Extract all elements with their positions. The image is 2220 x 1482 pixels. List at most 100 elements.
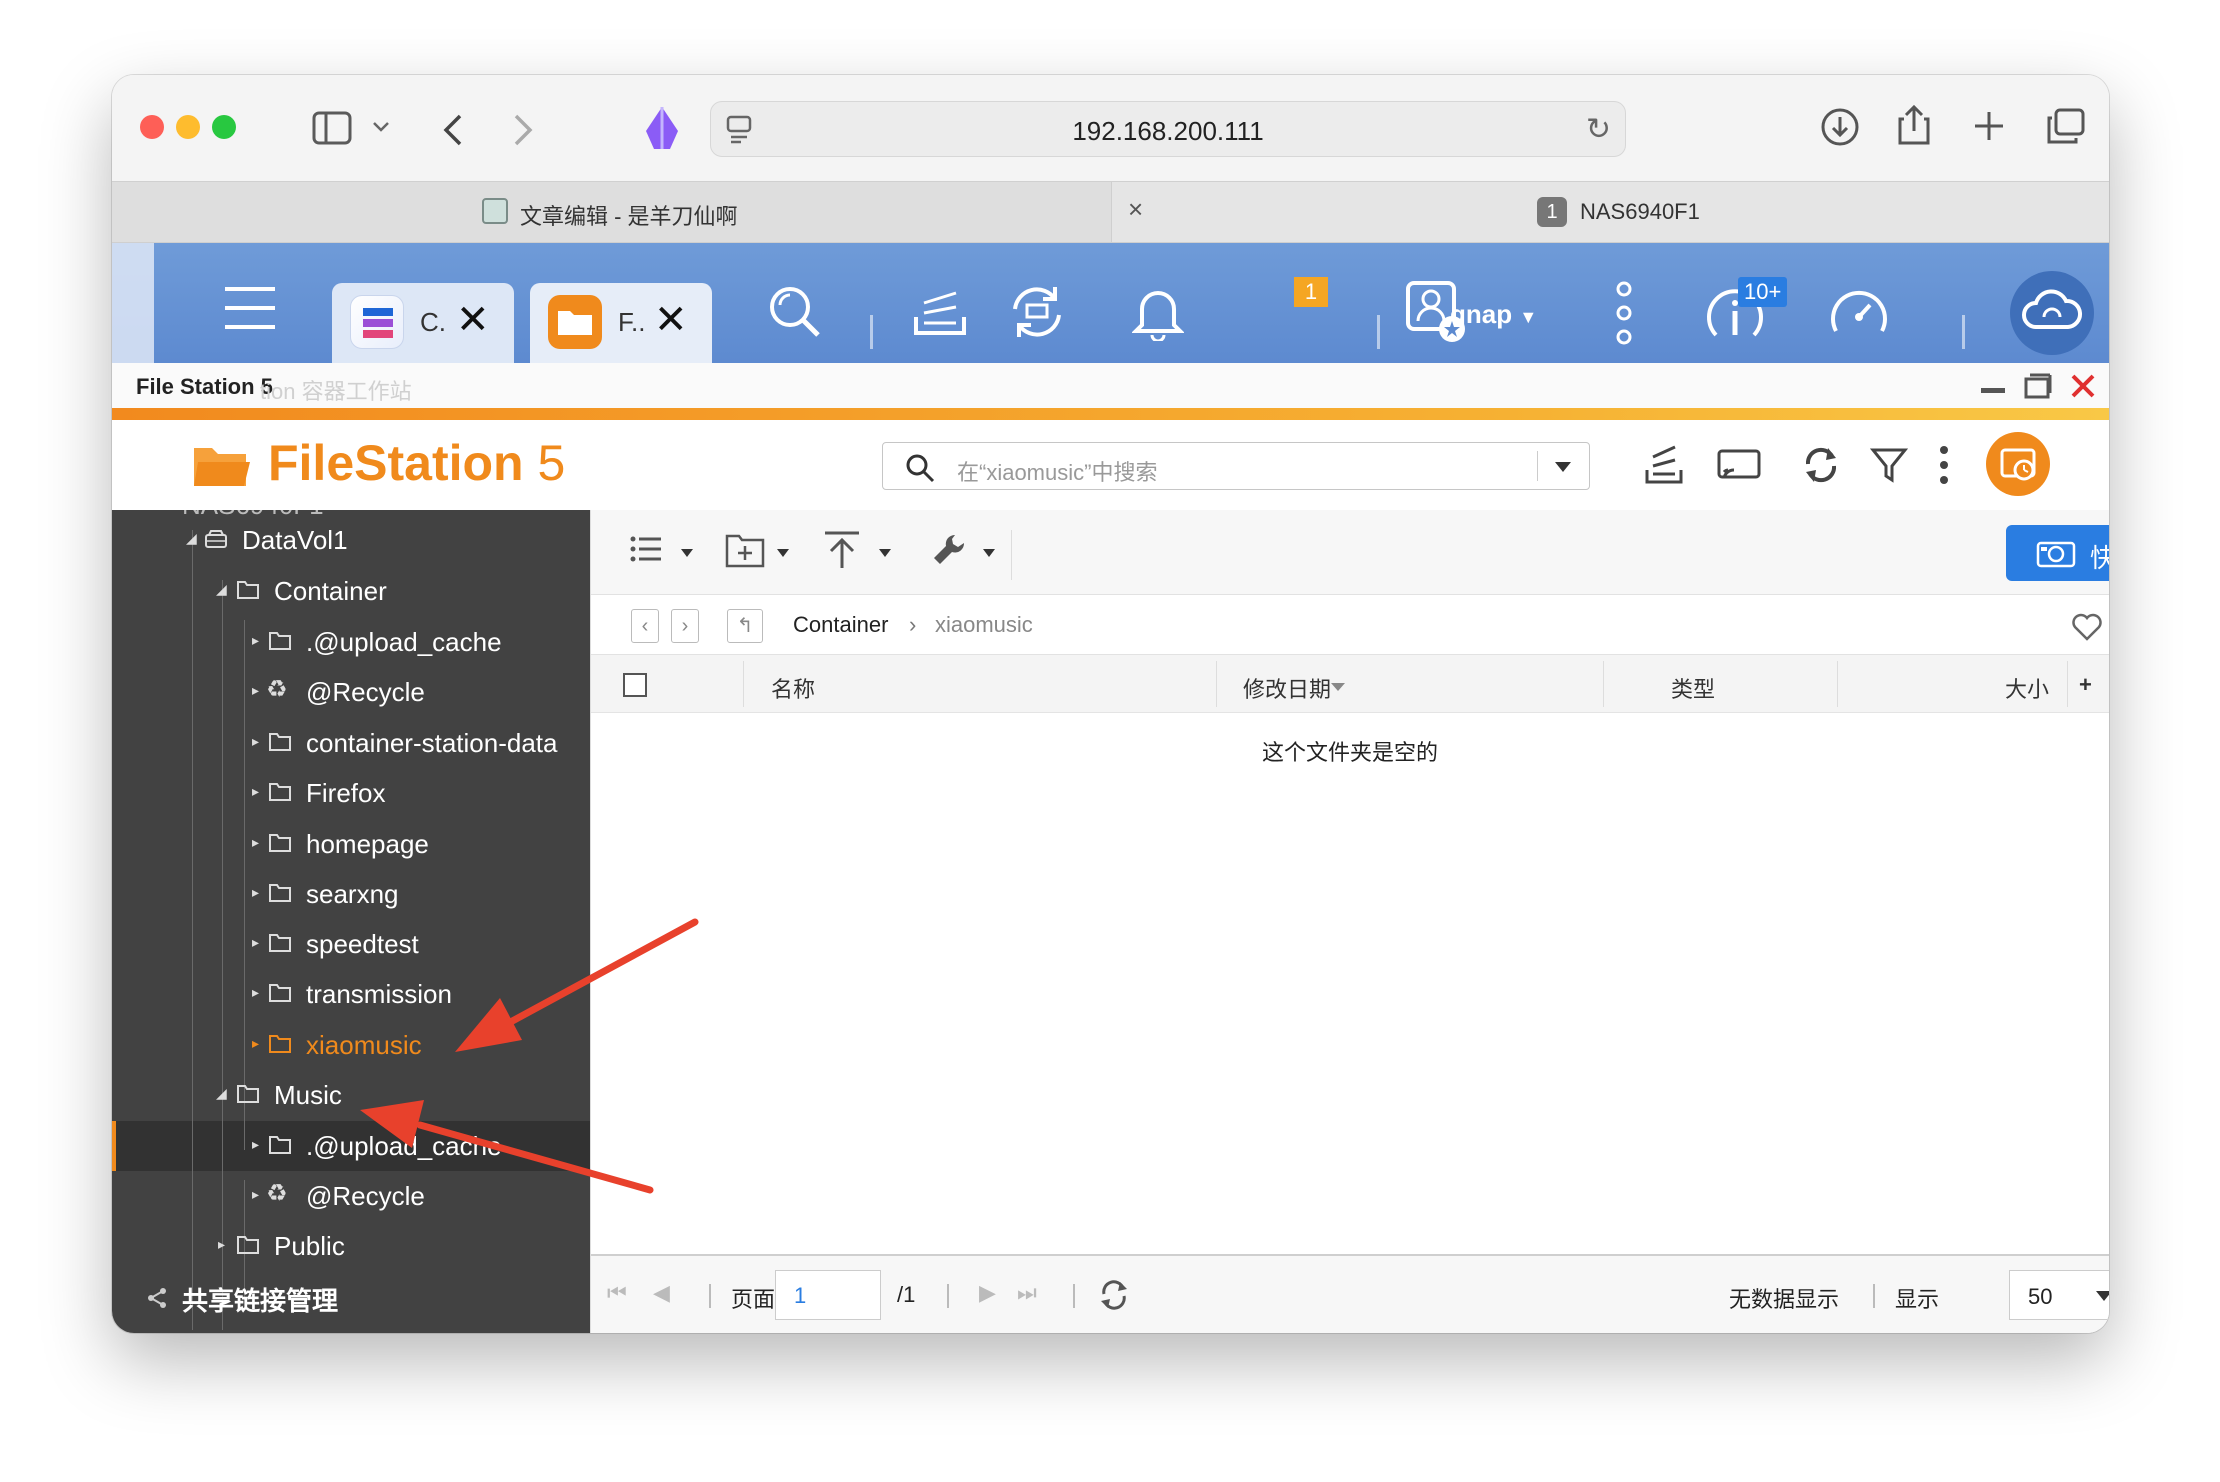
sync-icon[interactable] — [1007, 283, 1067, 341]
search-input[interactable]: 在“xiaomusic”中搜索 — [882, 442, 1590, 490]
main-menu-icon[interactable] — [222, 283, 278, 333]
upload-icon — [825, 531, 859, 568]
search-icon[interactable] — [766, 283, 822, 339]
window-title: File Station 5 — [136, 374, 273, 399]
tree-item-upload-cache[interactable]: ▸ .@upload_cache — [112, 618, 590, 668]
collapsed-arrow-icon[interactable]: ▸ — [252, 733, 259, 750]
collapsed-arrow-icon[interactable]: ▸ — [252, 682, 259, 699]
favorite-heart-icon[interactable] — [2071, 613, 2103, 641]
sidebar-toggle-icon[interactable] — [312, 111, 352, 145]
expand-arrow-icon[interactable]: ◢ — [216, 581, 227, 598]
column-divider — [1837, 661, 1838, 707]
more-options-icon[interactable] — [1938, 444, 1950, 486]
address-bar[interactable]: 192.168.200.111 ↻ — [710, 101, 1626, 157]
parent-folder-button[interactable]: ↰ — [727, 609, 763, 643]
breadcrumb-separator-icon: › — [909, 612, 917, 637]
collapsed-arrow-icon[interactable]: ▸ — [252, 632, 259, 649]
expand-arrow-icon[interactable]: ◢ — [216, 1085, 227, 1102]
items-per-page-select[interactable]: 50 — [2009, 1270, 2109, 1320]
username[interactable]: qnap ▼ — [1450, 299, 1537, 330]
back-icon[interactable] — [442, 113, 464, 147]
refresh-icon[interactable] — [1802, 446, 1840, 484]
reload-icon[interactable] — [1099, 1280, 1129, 1310]
tree-item-container[interactable]: ◢ Container — [112, 567, 590, 617]
tree-item-xiaomusic[interactable]: ▸ xiaomusic — [112, 1021, 590, 1071]
new-tab-icon[interactable] — [1972, 109, 2006, 143]
background-task-button[interactable] — [1986, 432, 2050, 496]
snapshot-button[interactable]: 快照 — [2006, 525, 2109, 581]
cast-icon[interactable] — [1716, 448, 1762, 484]
collapsed-arrow-icon[interactable]: ▸ — [252, 1186, 259, 1203]
add-column-icon[interactable]: + — [2079, 672, 2092, 698]
caret-down-icon — [879, 549, 891, 557]
container-station-icon — [350, 295, 404, 349]
close-tab-icon[interactable]: × — [1128, 194, 1143, 225]
zoom-window-button[interactable] — [212, 115, 236, 139]
tree-item-container-station-data[interactable]: ▸ container-station-data — [112, 719, 590, 769]
share-link-management[interactable]: 共享链接管理 — [112, 1272, 590, 1322]
resource-monitor-icon[interactable] — [1828, 283, 1890, 343]
task-monitor-icon — [2000, 448, 2036, 481]
page-number-input[interactable]: 1 — [775, 1270, 881, 1320]
close-window-button[interactable] — [140, 115, 164, 139]
column-header-type[interactable]: 类型 — [1671, 672, 1715, 704]
close-icon[interactable]: ✕ — [654, 297, 688, 343]
myqnapcloud-button[interactable] — [2010, 271, 2094, 355]
close-icon[interactable]: ✕ — [456, 297, 490, 343]
collapsed-arrow-icon[interactable]: ▸ — [252, 783, 259, 800]
tree-item-public[interactable]: ▸ Public — [112, 1222, 590, 1272]
share-icon[interactable] — [1896, 103, 1932, 147]
more-options-icon[interactable] — [1612, 279, 1636, 347]
tab-article-editor[interactable]: 文章编辑 - 是羊刀仙啊 — [112, 182, 1112, 242]
search-options-dropdown[interactable] — [1537, 451, 1589, 481]
maximize-icon[interactable] — [2024, 373, 2052, 399]
collapsed-arrow-icon[interactable]: ▸ — [218, 1236, 225, 1253]
tree-item-firefox[interactable]: ▸ Firefox — [112, 769, 590, 819]
collapsed-arrow-icon[interactable]: ▸ — [252, 884, 259, 901]
first-page-icon[interactable]: ⏮ — [607, 1280, 627, 1306]
app-tab-container-station[interactable]: C. ✕ — [332, 283, 514, 363]
breadcrumb-container[interactable]: Container — [793, 612, 888, 638]
expand-arrow-icon[interactable]: ◢ — [186, 530, 197, 547]
column-header-modified[interactable]: 修改日期 — [1243, 672, 1331, 704]
minimize-window-button[interactable] — [176, 115, 200, 139]
select-all-checkbox[interactable] — [623, 673, 647, 697]
stack-icon[interactable] — [1644, 442, 1684, 486]
sort-desc-icon[interactable] — [1331, 683, 1345, 691]
tree-item-upload-cache[interactable]: ▸ .@upload_cache — [112, 1122, 590, 1172]
collapsed-arrow-icon[interactable]: ▸ — [252, 934, 259, 951]
filter-icon[interactable] — [1870, 446, 1908, 484]
downloads-icon[interactable] — [1820, 107, 1860, 147]
collapsed-arrow-icon[interactable]: ▸ — [252, 834, 259, 851]
stack-icon[interactable] — [912, 287, 968, 337]
extension-icon[interactable] — [642, 105, 682, 151]
tree-item-recycle[interactable]: ▸ ♻ @Recycle — [112, 668, 590, 718]
tree-item-transmission[interactable]: ▸ transmission — [112, 970, 590, 1020]
tree-item-homepage[interactable]: ▸ homepage — [112, 820, 590, 870]
forward-icon[interactable] — [512, 113, 534, 147]
tree-item-music[interactable]: ◢ Music — [112, 1071, 590, 1121]
collapsed-arrow-icon[interactable]: ▸ — [252, 1035, 259, 1052]
tree-item-datavol1[interactable]: ◢ DataVol1 — [112, 516, 590, 566]
forward-button[interactable]: › — [671, 609, 699, 643]
tree-item-speedtest[interactable]: ▸ speedtest — [112, 920, 590, 970]
username-text: qnap — [1450, 299, 1513, 329]
reload-icon[interactable]: ↻ — [1586, 112, 1611, 147]
minimize-icon[interactable] — [1980, 375, 2006, 397]
chevron-down-icon[interactable] — [372, 121, 390, 133]
close-icon[interactable] — [2070, 373, 2096, 399]
back-button[interactable]: ‹ — [631, 609, 659, 643]
tree-item-label: .@upload_cache — [306, 1131, 502, 1161]
next-page-icon[interactable]: ▶ — [979, 1280, 996, 1306]
app-tab-file-station[interactable]: F.. ✕ — [530, 283, 712, 363]
bell-icon[interactable] — [1132, 283, 1184, 341]
column-header-size[interactable]: 大小 — [2005, 672, 2049, 704]
collapsed-arrow-icon[interactable]: ▸ — [252, 1136, 259, 1153]
tab-overview-icon[interactable] — [2046, 107, 2086, 145]
last-page-icon[interactable]: ⏭ — [1017, 1280, 1037, 1306]
tree-item-recycle[interactable]: ▸ ♻ @Recycle — [112, 1172, 590, 1222]
prev-page-icon[interactable]: ◀ — [653, 1280, 670, 1306]
collapsed-arrow-icon[interactable]: ▸ — [252, 984, 259, 1001]
tree-item-searxng[interactable]: ▸ searxng — [112, 870, 590, 920]
column-header-name[interactable]: 名称 — [771, 672, 815, 704]
